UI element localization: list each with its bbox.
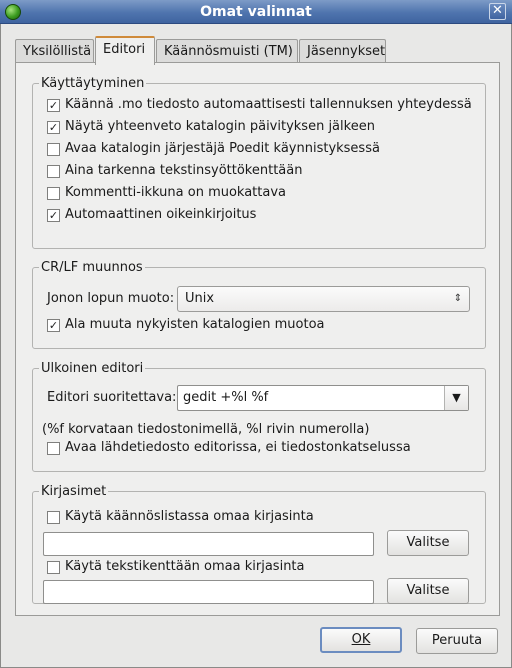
window-title: Omat valinnat — [200, 4, 312, 20]
option-label: Näytä yhteenveto katalogin päivityksen j… — [65, 119, 375, 134]
option-label: Automaattinen oikeinkirjoitus — [65, 207, 257, 222]
button-label: Valitse — [406, 583, 450, 598]
option-label: Käytä käännöslistassa omaa kirjasinta — [65, 509, 314, 524]
close-icon: ✕ — [492, 3, 503, 18]
group-legend: Ulkoinen editori — [39, 361, 146, 376]
choose-text-font-button[interactable]: Valitse — [387, 578, 469, 604]
tab-yksilollista[interactable]: Yksilöllistä — [15, 39, 94, 64]
checkbox[interactable]: ✓ — [47, 319, 60, 332]
editor-command-combo[interactable]: gedit +%l %f ▼ — [177, 385, 469, 411]
checkbox[interactable]: ✓ — [47, 209, 60, 222]
behaviour-group: Käyttäytyminen ✓ Käännä .mo tiedosto aut… — [32, 76, 486, 249]
group-legend: Kirjasimet — [39, 484, 109, 499]
checkbox[interactable]: ✓ — [47, 99, 60, 112]
tab-label: Yksilöllistä — [23, 44, 92, 59]
ok-button[interactable]: OK — [320, 627, 402, 653]
editor-command-label: Editori suoritettava: — [47, 390, 177, 405]
updown-icon: ⇕ — [453, 293, 463, 304]
line-ending-select[interactable]: Unix ⇕ — [177, 286, 470, 312]
tab-label: Käännösmuisti (TM) — [164, 44, 293, 59]
editor-command-value: gedit +%l %f — [183, 390, 269, 405]
app-logo-icon — [5, 4, 21, 20]
group-legend: CR/LF muunnos — [39, 260, 145, 275]
crlf-group: CR/LF muunnos Jonon lopun muoto: Unix ⇕ … — [32, 260, 486, 349]
option-label: Ala muuta nykyisten katalogien muotoa — [65, 317, 325, 332]
fonts-group: Kirjasimet Käytä käännöslistassa omaa ki… — [32, 484, 486, 604]
option-label: Kommentti-ikkuna on muokattava — [65, 185, 287, 200]
tab-jasennykset[interactable]: Jäsennykset — [299, 39, 386, 64]
checkbox[interactable] — [47, 442, 60, 455]
line-ending-label: Jonon lopun muoto: — [47, 291, 175, 306]
close-button[interactable]: ✕ — [489, 3, 506, 20]
checkbox[interactable] — [47, 165, 60, 178]
tab-editori[interactable]: Editori — [95, 36, 155, 65]
checkbox[interactable] — [47, 561, 60, 574]
option-label: Avaa katalogin järjestäjä Poedit käynnis… — [65, 141, 380, 156]
tab-label: Editori — [103, 42, 146, 57]
cancel-button[interactable]: Peruuta — [416, 628, 498, 654]
button-label: Peruuta — [431, 633, 483, 648]
option-label: Käännä .mo tiedosto automaattisesti tall… — [65, 97, 472, 112]
checkbox[interactable]: ✓ — [47, 121, 60, 134]
text-font-field[interactable] — [43, 580, 374, 604]
dialog-body: Yksilöllistä Editori Käännösmuisti (TM) … — [0, 24, 512, 668]
checkbox[interactable] — [47, 511, 60, 524]
tab-label: Jäsennykset — [307, 44, 386, 59]
external-editor-group: Ulkoinen editori Editori suoritettava: g… — [32, 361, 486, 472]
title-bar: Omat valinnat ✕ — [0, 0, 512, 24]
button-label: OK — [351, 632, 371, 647]
editor-hint: (%f korvataan tiedostonimellä, %l rivin … — [42, 422, 370, 437]
chevron-down-icon[interactable]: ▼ — [444, 386, 468, 410]
checkbox[interactable] — [47, 143, 60, 156]
button-label: Valitse — [406, 535, 450, 550]
option-label: Avaa lähdetiedosto editorissa, ei tiedos… — [65, 440, 411, 455]
list-font-field[interactable] — [43, 532, 374, 556]
checkbox[interactable] — [47, 187, 60, 200]
choose-list-font-button[interactable]: Valitse — [387, 530, 469, 556]
tab-panel-editori: Käyttäytyminen ✓ Käännä .mo tiedosto aut… — [15, 62, 500, 616]
line-ending-value: Unix — [185, 291, 215, 306]
option-label: Aina tarkenna tekstinsyöttökenttään — [65, 163, 303, 178]
group-legend: Käyttäytyminen — [39, 76, 147, 91]
tab-kaannosmuisti[interactable]: Käännösmuisti (TM) — [156, 39, 298, 64]
option-label: Käytä tekstikenttään omaa kirjasinta — [65, 559, 305, 574]
